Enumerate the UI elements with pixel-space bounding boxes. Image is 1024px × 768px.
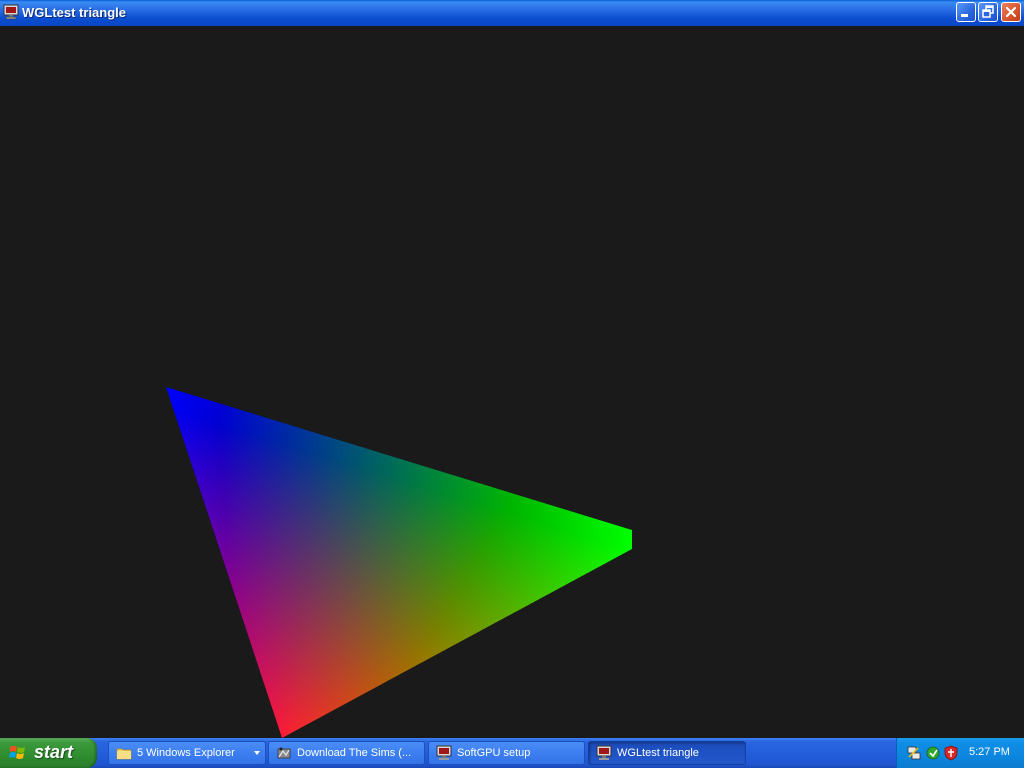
taskbar-button-windows-explorer[interactable]: 5 Windows Explorer [108, 741, 266, 765]
opengl-render-canvas [0, 26, 1024, 738]
taskbar-button-download-sims[interactable]: Download The Sims (... [268, 741, 425, 765]
update-icon[interactable] [925, 745, 941, 761]
taskbar-button-softgpu-setup[interactable]: SoftGPU setup [428, 741, 585, 765]
network-icon[interactable] [906, 745, 922, 761]
window-title-bar[interactable]: WGLtest triangle [0, 0, 1024, 26]
taskbar-button-label: Download The Sims (... [297, 747, 412, 759]
close-button[interactable] [1001, 2, 1021, 22]
system-tray: 5:27 PM [896, 738, 1024, 768]
folder-icon [116, 748, 132, 760]
minimize-button[interactable] [956, 2, 976, 22]
monitor-icon [436, 745, 452, 760]
taskbar-button-label: 5 Windows Explorer [137, 747, 235, 759]
security-shield-icon[interactable] [943, 745, 959, 761]
taskbar-button-label: SoftGPU setup [457, 747, 531, 759]
minimize-icon [961, 14, 968, 17]
restore-icon [982, 5, 994, 18]
chevron-down-icon [254, 751, 260, 755]
rgb-triangle [166, 387, 632, 738]
monitor-icon[interactable] [3, 4, 19, 20]
taskbar-clock[interactable]: 5:27 PM [969, 746, 1010, 758]
sims-icon [277, 747, 291, 759]
taskbar-button-label: WGLtest triangle [617, 747, 699, 759]
monitor-icon [596, 745, 612, 760]
taskbar-button-wgltest-triangle[interactable]: WGLtest triangle [588, 741, 746, 765]
window-title: WGLtest triangle [22, 5, 127, 20]
desktop-screen: WGLtest triangle start 5 Windows Explore… [0, 0, 1024, 768]
windows-logo-icon [9, 746, 25, 759]
close-icon [1005, 6, 1017, 18]
start-label: start [34, 742, 74, 762]
restore-button[interactable] [978, 2, 998, 22]
taskbar: start 5 Windows Explorer Download The Si… [0, 738, 1024, 768]
start-button[interactable]: start [0, 738, 97, 768]
